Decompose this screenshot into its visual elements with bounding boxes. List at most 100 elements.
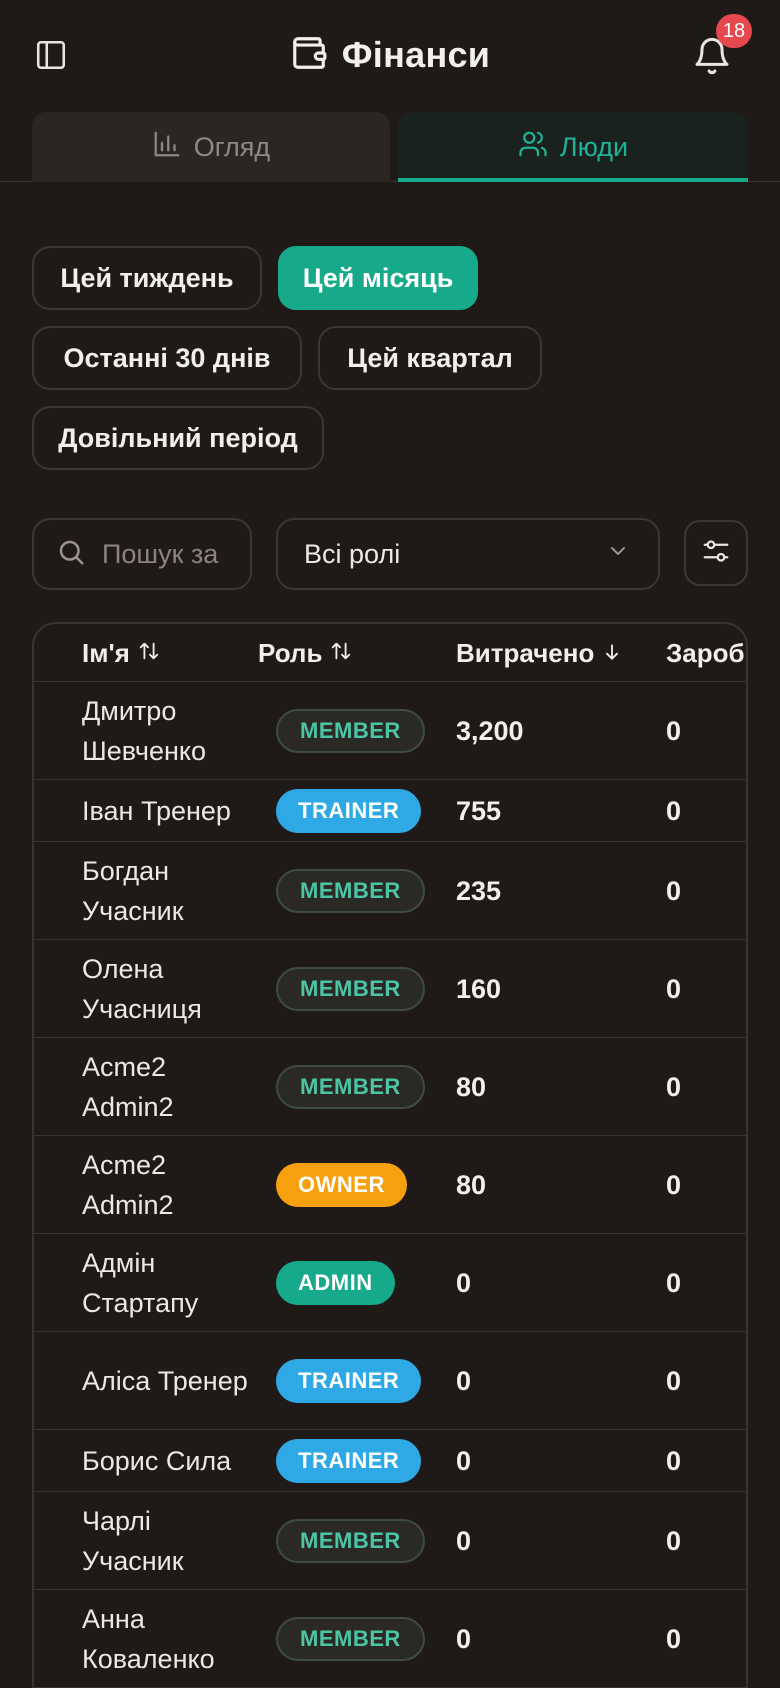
row-role-cell: MEMBER bbox=[276, 1590, 425, 1688]
row-name: Олена Учасниця bbox=[82, 954, 202, 1024]
row-role-cell: TRAINER bbox=[276, 780, 422, 842]
role-badge: OWNER bbox=[276, 1163, 407, 1207]
role-badge: MEMBER bbox=[276, 1065, 425, 1109]
row-name: Аліса Тренер bbox=[82, 1366, 248, 1396]
row-earned: 0 bbox=[666, 1071, 682, 1102]
sort-both-icon bbox=[330, 638, 352, 669]
notification-badge[interactable]: 18 bbox=[716, 14, 752, 48]
row-spent: 160 bbox=[456, 973, 502, 1004]
period-last-30-days[interactable]: Останні 30 днів bbox=[32, 326, 302, 390]
active-tab-indicator bbox=[398, 178, 748, 182]
search-icon bbox=[56, 537, 86, 572]
role-select[interactable]: Всі ролі bbox=[276, 518, 660, 590]
column-earned-label: Зароб bbox=[666, 637, 745, 668]
row-earned: 0 bbox=[666, 1365, 682, 1396]
search-box[interactable] bbox=[32, 518, 252, 590]
role-badge: MEMBER bbox=[276, 869, 425, 913]
row-name: Богдан Учасник bbox=[82, 856, 184, 926]
arrow-down-icon bbox=[602, 638, 622, 669]
section-tabs: Огляд Люди bbox=[0, 112, 780, 182]
role-select-value: Всі ролі bbox=[304, 538, 401, 569]
column-role-header[interactable]: Роль bbox=[258, 624, 352, 682]
row-name: Борис Сила bbox=[82, 1446, 232, 1476]
tab-overview-label: Огляд bbox=[193, 131, 271, 162]
row-earned: 0 bbox=[666, 715, 682, 746]
row-name: Дмитро Шевченко bbox=[82, 696, 207, 766]
role-badge: MEMBER bbox=[276, 709, 425, 753]
role-badge: TRAINER bbox=[276, 789, 422, 833]
wallet-icon bbox=[290, 34, 328, 77]
role-badge: MEMBER bbox=[276, 967, 425, 1011]
row-role-cell: MEMBER bbox=[276, 1038, 425, 1136]
row-spent: 0 bbox=[456, 1525, 472, 1556]
chevron-down-icon bbox=[606, 539, 630, 570]
row-role-cell: MEMBER bbox=[276, 682, 425, 780]
row-earned: 0 bbox=[666, 875, 682, 906]
tab-people-label: Люди bbox=[559, 131, 629, 162]
page-title-group: Фінанси bbox=[0, 30, 780, 80]
table-row[interactable]: Адмін Стартапу ADMIN 0 0 bbox=[34, 1234, 746, 1332]
column-spent-header[interactable]: Витрачено bbox=[456, 624, 622, 682]
row-spent: 3,200 bbox=[456, 715, 524, 746]
bar-chart-icon bbox=[152, 129, 182, 166]
row-earned: 0 bbox=[666, 1623, 682, 1654]
table-row[interactable]: Чарлі Учасник MEMBER 0 0 bbox=[34, 1492, 746, 1590]
role-badge: ADMIN bbox=[276, 1261, 395, 1305]
role-badge: MEMBER bbox=[276, 1519, 425, 1563]
row-spent: 235 bbox=[456, 875, 502, 906]
row-name: Acme2 Admin2 bbox=[82, 1052, 174, 1122]
table-row[interactable]: Олена Учасниця MEMBER 160 0 bbox=[34, 940, 746, 1038]
table-row[interactable]: Дмитро Шевченко MEMBER 3,200 0 bbox=[34, 682, 746, 780]
row-role-cell: MEMBER bbox=[276, 940, 425, 1038]
row-spent: 80 bbox=[456, 1169, 487, 1200]
row-role-cell: TRAINER bbox=[276, 1430, 422, 1492]
tab-people[interactable]: Люди bbox=[398, 112, 748, 182]
row-role-cell: ADMIN bbox=[276, 1234, 395, 1332]
row-name: Чарлі Учасник bbox=[82, 1506, 184, 1576]
period-this-quarter[interactable]: Цей квартал bbox=[318, 326, 542, 390]
sort-both-icon bbox=[138, 638, 160, 669]
row-spent: 0 bbox=[456, 1445, 472, 1476]
table-row[interactable]: Анна Коваленко MEMBER 0 0 bbox=[34, 1590, 746, 1688]
table-row[interactable]: Богдан Учасник MEMBER 235 0 bbox=[34, 842, 746, 940]
row-earned: 0 bbox=[666, 1267, 682, 1298]
row-spent: 0 bbox=[456, 1623, 472, 1654]
row-spent: 0 bbox=[456, 1365, 472, 1396]
role-badge: MEMBER bbox=[276, 1617, 425, 1661]
row-earned: 0 bbox=[666, 1169, 682, 1200]
role-badge: TRAINER bbox=[276, 1439, 422, 1483]
table-row[interactable]: Acme2 Admin2 MEMBER 80 0 bbox=[34, 1038, 746, 1136]
row-earned: 0 bbox=[666, 973, 682, 1004]
column-earned-header[interactable]: Зароб bbox=[666, 624, 745, 682]
table-row[interactable]: Іван Тренер TRAINER 755 0 bbox=[34, 780, 746, 842]
row-name: Анна Коваленко bbox=[82, 1604, 215, 1674]
row-earned: 0 bbox=[666, 795, 682, 826]
role-badge: TRAINER bbox=[276, 1359, 422, 1403]
app-header: Фінанси 18 bbox=[0, 0, 780, 112]
table-header: Ім'я Роль Витрачено Зароб bbox=[34, 624, 746, 682]
column-name-label: Ім'я bbox=[82, 637, 130, 668]
table-row[interactable]: Аліса Тренер TRAINER 0 0 bbox=[34, 1332, 746, 1430]
row-earned: 0 bbox=[666, 1445, 682, 1476]
users-icon bbox=[518, 129, 548, 166]
filter-settings-button[interactable] bbox=[684, 520, 748, 586]
page-title: Фінанси bbox=[341, 34, 491, 75]
period-this-month[interactable]: Цей місяць bbox=[278, 246, 478, 310]
row-name: Іван Тренер bbox=[82, 796, 231, 826]
column-name-header[interactable]: Ім'я bbox=[82, 624, 160, 682]
column-role-label: Роль bbox=[258, 637, 323, 668]
period-this-week[interactable]: Цей тиждень bbox=[32, 246, 262, 310]
search-input[interactable] bbox=[102, 538, 222, 570]
people-table: Ім'я Роль Витрачено Зароб Дмитро Шевченк… bbox=[32, 622, 748, 1688]
period-custom[interactable]: Довільний період bbox=[32, 406, 324, 470]
column-spent-label: Витрачено bbox=[456, 637, 595, 668]
row-role-cell: MEMBER bbox=[276, 842, 425, 940]
row-role-cell: TRAINER bbox=[276, 1332, 422, 1430]
tab-overview[interactable]: Огляд bbox=[32, 112, 390, 182]
sliders-icon bbox=[701, 536, 731, 571]
row-name: Acme2 Admin2 bbox=[82, 1150, 174, 1220]
row-role-cell: MEMBER bbox=[276, 1492, 425, 1590]
row-spent: 80 bbox=[456, 1071, 487, 1102]
table-row[interactable]: Acme2 Admin2 OWNER 80 0 bbox=[34, 1136, 746, 1234]
table-row[interactable]: Борис Сила TRAINER 0 0 bbox=[34, 1430, 746, 1492]
